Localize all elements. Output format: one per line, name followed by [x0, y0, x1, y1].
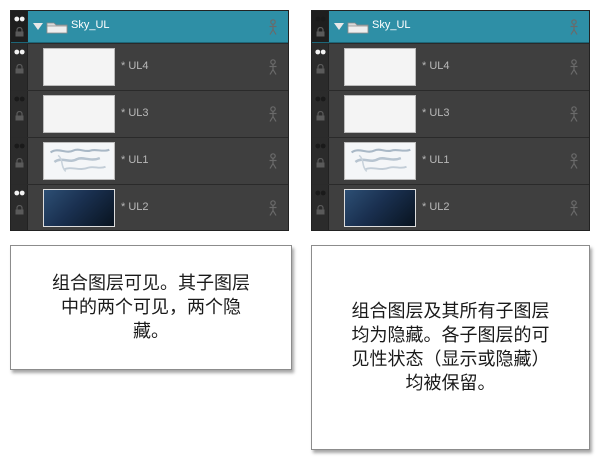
folder-icon [347, 20, 369, 34]
lock-icon[interactable] [15, 64, 24, 74]
layer-row[interactable]: * UL2 [312, 184, 589, 230]
eye-icon[interactable] [315, 95, 326, 103]
lock-icon[interactable] [316, 111, 325, 121]
layer-name: * UL2 [121, 201, 149, 213]
caption-box-left: 组合图层可见。其子图层 中的两个可见，两个隐 藏。 [10, 245, 292, 370]
lock-icon[interactable] [316, 27, 325, 37]
person-icon[interactable] [268, 106, 278, 122]
visibility-column [11, 11, 28, 42]
lock-icon[interactable] [316, 158, 325, 168]
visibility-column [11, 44, 28, 90]
visibility-column [312, 185, 329, 230]
visibility-column [11, 185, 28, 230]
caption-line: 均被保留。 [405, 372, 496, 394]
white-thumbnail [43, 95, 115, 133]
visibility-column [312, 138, 329, 184]
eye-icon[interactable] [14, 48, 25, 56]
layer-row[interactable]: * UL4 [11, 43, 288, 90]
lock-icon[interactable] [15, 158, 24, 168]
expand-caret-icon[interactable] [334, 23, 344, 30]
person-icon[interactable] [268, 59, 278, 75]
layer-name: * UL1 [121, 154, 149, 166]
layer-name: * UL2 [422, 201, 450, 213]
layer-row[interactable]: * UL4 [312, 43, 589, 90]
eye-icon[interactable] [315, 189, 326, 197]
person-icon[interactable] [569, 153, 579, 169]
caption-text: 组合图层可见。其子图层 中的两个可见，两个隐 藏。 [52, 272, 250, 344]
layer-row[interactable]: * UL2 [11, 184, 288, 230]
caption-text: 组合图层及其所有子图层 均为隐藏。各子图层的可 见性状态（显示或隐藏） 均被保留… [352, 300, 550, 396]
layer-name: * UL4 [121, 60, 149, 72]
person-icon[interactable] [569, 200, 579, 216]
eye-icon[interactable] [14, 142, 25, 150]
visibility-column [312, 11, 329, 42]
person-icon[interactable] [569, 106, 579, 122]
clouds-thumbnail [43, 142, 115, 180]
eye-icon[interactable] [14, 95, 25, 103]
visibility-column [312, 44, 329, 90]
caption-line: 见性状态（显示或隐藏） [351, 348, 550, 370]
caption-line: 组合图层及其所有子图层 [351, 300, 550, 322]
lock-icon[interactable] [15, 205, 24, 215]
group-layer-row[interactable]: Sky_UL [312, 11, 589, 43]
layer-name: * UL4 [422, 60, 450, 72]
caption-box-right: 组合图层及其所有子图层 均为隐藏。各子图层的可 见性状态（显示或隐藏） 均被保留… [311, 245, 590, 450]
eye-icon[interactable] [315, 15, 326, 23]
layer-name: * UL1 [422, 154, 450, 166]
layers-panel-left: Sky_UL * UL4 * UL3 * UL1 * UL2 [10, 10, 289, 231]
caption-line: 藏。 [133, 320, 169, 342]
group-layer-row[interactable]: Sky_UL [11, 11, 288, 43]
clouds-thumbnail [344, 142, 416, 180]
white-thumbnail [344, 95, 416, 133]
visibility-column [11, 138, 28, 184]
person-icon[interactable] [569, 19, 579, 35]
lock-icon[interactable] [316, 64, 325, 74]
white-thumbnail [344, 48, 416, 86]
eye-icon[interactable] [14, 189, 25, 197]
group-layer-name: Sky_UL [71, 19, 110, 31]
dark-blue-gradient-thumbnail [344, 189, 416, 227]
eye-icon[interactable] [315, 142, 326, 150]
layer-row[interactable]: * UL1 [11, 137, 288, 184]
lock-icon[interactable] [316, 205, 325, 215]
person-icon[interactable] [268, 19, 278, 35]
expand-caret-icon[interactable] [33, 23, 43, 30]
layer-row[interactable]: * UL3 [312, 90, 589, 137]
layer-name: * UL3 [422, 107, 450, 119]
layer-row[interactable]: * UL3 [11, 90, 288, 137]
caption-line: 中的两个可见，两个隐 [61, 296, 241, 318]
dark-blue-gradient-thumbnail [43, 189, 115, 227]
layers-panel-right: Sky_UL * UL4 * UL3 * UL1 * UL2 [311, 10, 590, 231]
layer-row[interactable]: * UL1 [312, 137, 589, 184]
eye-icon[interactable] [315, 48, 326, 56]
folder-icon [46, 20, 68, 34]
visibility-column [312, 91, 329, 137]
person-icon[interactable] [268, 200, 278, 216]
caption-line: 组合图层可见。其子图层 [52, 272, 250, 294]
person-icon[interactable] [569, 59, 579, 75]
white-thumbnail [43, 48, 115, 86]
eye-icon[interactable] [14, 15, 25, 23]
caption-line: 均为隐藏。各子图层的可 [351, 324, 550, 346]
lock-icon[interactable] [15, 111, 24, 121]
group-layer-name: Sky_UL [372, 19, 411, 31]
person-icon[interactable] [268, 153, 278, 169]
visibility-column [11, 91, 28, 137]
lock-icon[interactable] [15, 27, 24, 37]
layer-name: * UL3 [121, 107, 149, 119]
